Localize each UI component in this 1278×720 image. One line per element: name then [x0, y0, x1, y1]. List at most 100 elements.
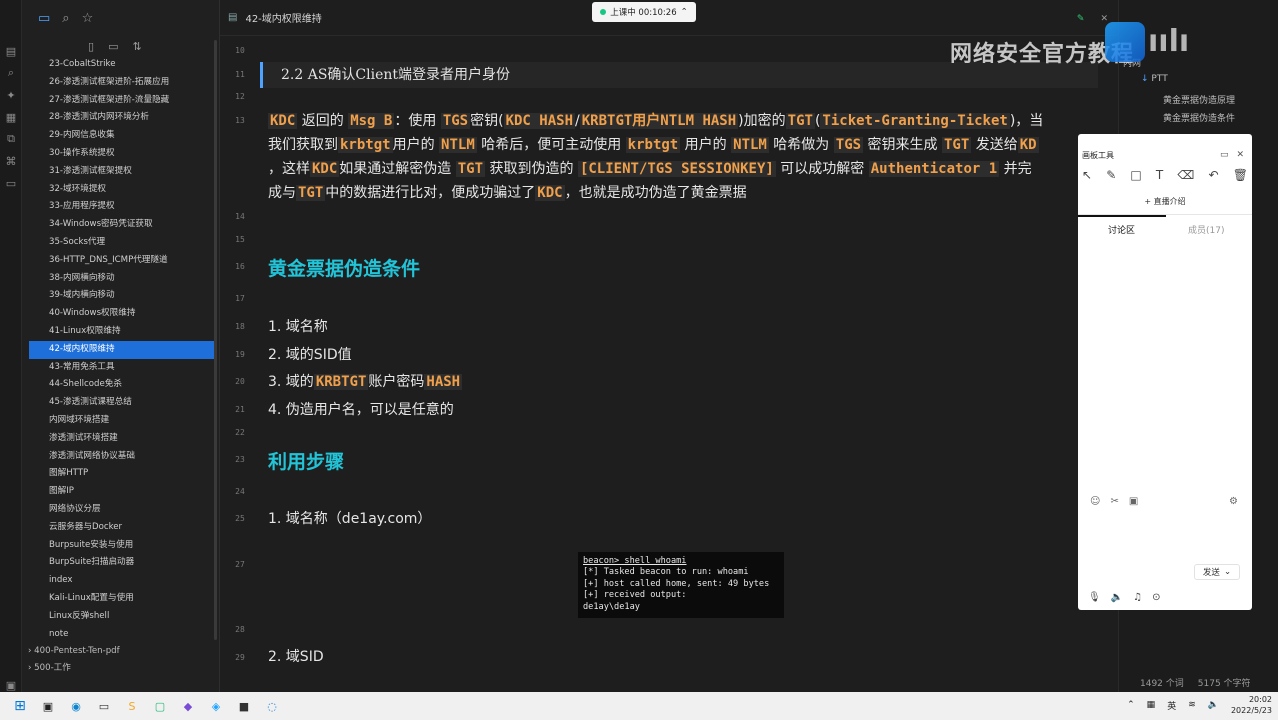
tree-item[interactable]: Linux反弹shell [22, 608, 219, 626]
terminal-app-icon[interactable]: ▭ [94, 696, 114, 716]
tree-item[interactable]: 渗透测试环境搭建 [22, 430, 219, 448]
tree-item[interactable]: 39-域内横向移动 [22, 287, 219, 305]
tree-item[interactable]: 44-Shellcode免杀 [22, 376, 219, 394]
windows-start-icon[interactable]: ⊞ [10, 696, 30, 716]
new-note-icon[interactable]: ▯ [88, 40, 94, 53]
tab-title[interactable]: 42-域内权限维持 [245, 10, 321, 25]
tree-item[interactable]: 41-Linux权限维持 [22, 323, 219, 341]
calendar-icon[interactable]: ▦ [0, 106, 22, 128]
tencent-class-icon[interactable]: ◈ [206, 696, 226, 716]
tree-item[interactable]: 33-应用程序提权 [22, 198, 219, 216]
close-icon[interactable]: ✕ [1236, 150, 1244, 160]
tree-item[interactable]: 38-内网横向移动 [22, 270, 219, 288]
search-app-icon[interactable]: ◌ [262, 696, 282, 716]
burp-icon[interactable]: ■ [234, 696, 254, 716]
vmware-icon[interactable]: ▢ [150, 696, 170, 716]
tree-item[interactable]: 28-渗透测试内网环境分析 [22, 109, 219, 127]
tree-item[interactable]: Burpsuite安装与使用 [22, 537, 219, 555]
tree-item[interactable]: 42-域内权限维持 [29, 340, 215, 359]
tree-item[interactable]: 图解IP [22, 483, 219, 501]
ime-indicator[interactable]: 英 [1167, 699, 1176, 712]
scissors-icon[interactable]: ✂ [1110, 496, 1118, 507]
tree-item[interactable]: 45-渗透测试课程总结 [22, 394, 219, 412]
tree-item[interactable]: BurpSuite扫描启动器 [22, 554, 219, 572]
tree-item[interactable]: 31-渗透测试框架提权 [22, 163, 219, 181]
live-intro-link[interactable]: + 直播介绍 [1078, 196, 1252, 207]
template-icon[interactable]: ⧉ [0, 128, 22, 150]
volume-icon[interactable]: 🔈 [1208, 700, 1219, 710]
obsidian-icon[interactable]: ◆ [178, 696, 198, 716]
tree-item[interactable]: 32-域环境提权 [22, 181, 219, 199]
tree-item[interactable]: 43-常用免杀工具 [22, 359, 219, 377]
tree-scrollbar[interactable] [214, 40, 217, 640]
line-number: 24 [235, 487, 245, 496]
tree-item[interactable]: 34-Windows密码凭证获取 [22, 216, 219, 234]
microphone-icon[interactable]: 🎙 [1088, 592, 1101, 603]
drawing-toolbar: ↖ ✎ □ T ⌫ ↶ 🗑 [1082, 168, 1248, 182]
undo-icon[interactable]: ↶ [1208, 168, 1218, 182]
new-folder-icon[interactable]: ▭ [108, 40, 118, 53]
settings-icon[interactable]: ⚙ [1229, 496, 1238, 507]
tree-folder[interactable]: › 500-工作 [22, 660, 219, 677]
trash-icon[interactable]: 🗑 [1233, 168, 1248, 182]
outline-item[interactable]: 黄金票据伪造条件 [1163, 111, 1235, 124]
tree-item[interactable]: 40-Windows权限维持 [22, 305, 219, 323]
clock[interactable]: 20:02 2022/5/23 [1231, 694, 1272, 716]
wifi-icon[interactable]: ≋ [1188, 700, 1196, 710]
edit-icon[interactable]: ✎ [1077, 14, 1085, 24]
tree-list: 23-CobaltStrike 26-渗透测试框架进阶-拓展应用 27-渗透测试框架… [22, 56, 219, 643]
rectangle-icon[interactable]: □ [1130, 168, 1141, 182]
text-icon[interactable]: T [1156, 168, 1163, 182]
close-icon[interactable]: ✕ [1100, 14, 1108, 24]
command-icon[interactable]: ⌘ [0, 150, 22, 172]
eraser-icon[interactable]: ⌫ [1177, 168, 1194, 182]
tree-item[interactable]: 36-HTTP_DNS_ICMP代理隧道 [22, 252, 219, 270]
tree-item[interactable]: 30-操作系统提权 [22, 145, 219, 163]
search-icon[interactable]: ⌕ [62, 11, 69, 26]
tree-item[interactable]: note [22, 626, 219, 644]
folder-icon[interactable]: ▭ [38, 11, 50, 26]
chevron-up-icon[interactable]: ⌃ [1127, 700, 1135, 710]
sort-icon[interactable]: ⇅ [132, 40, 141, 53]
minimize-icon[interactable]: ▭ [1220, 150, 1229, 160]
star-icon[interactable]: ☆ [82, 11, 94, 26]
tree-item[interactable]: 29-内网信息收集 [22, 127, 219, 145]
pointer-icon[interactable]: ↖ [1082, 168, 1092, 182]
files-icon[interactable]: ▤ [0, 40, 22, 62]
tab-members[interactable]: 成员(17) [1188, 223, 1224, 236]
tree-item[interactable]: 27-渗透测试框架进阶-流量隐藏 [22, 92, 219, 110]
task-view-icon[interactable]: ▣ [38, 696, 58, 716]
outline-item[interactable]: 黄金票据伪造原理 [1163, 93, 1235, 106]
search-icon[interactable]: ⌕ [0, 62, 22, 84]
sublime-icon[interactable]: S [122, 696, 142, 716]
terminal-icon[interactable]: ▭ [0, 172, 22, 194]
tab-discussion[interactable]: 讨论区 [1108, 223, 1135, 236]
paragraph-line: 成与 TGT 中的数据进行比对，便成功骗过了 KDC ，也就是成功伪造了黄金票据 [268, 182, 747, 202]
text: 哈希做为 [768, 137, 834, 153]
tree-item[interactable]: 渗透测试网络协议基础 [22, 448, 219, 466]
send-button[interactable]: 发送 ⌄ [1194, 564, 1240, 580]
graph-icon[interactable]: ✦ [0, 84, 22, 106]
recording-indicator[interactable]: 上课中 00:10:26 ⌃ [592, 2, 696, 22]
tree-item[interactable]: 23-CobaltStrike [22, 56, 219, 74]
tree-item[interactable]: 图解HTTP [22, 465, 219, 483]
browser-icon[interactable]: ◉ [66, 696, 86, 716]
network-icon[interactable]: ▦ [1147, 700, 1156, 710]
outline-item-ptt[interactable]: ↓ PTT [1141, 74, 1168, 84]
image-icon[interactable]: ▣ [1129, 496, 1138, 507]
tree-item[interactable]: 内网域环境搭建 [22, 412, 219, 430]
music-icon[interactable]: ♫ [1133, 592, 1142, 603]
location-icon[interactable]: ⊙ [1152, 592, 1160, 603]
tree-item[interactable]: 网络协议分层 [22, 501, 219, 519]
arrow-down-icon: ↓ [1141, 74, 1149, 84]
tree-folder[interactable]: › 400-Pentest-Ten-pdf [22, 643, 219, 660]
emoji-icon[interactable]: ☺ [1090, 496, 1100, 507]
line-number: 13 [235, 116, 245, 125]
speaker-icon[interactable]: 🔈 [1111, 592, 1123, 603]
tree-item[interactable]: 35-Socks代理 [22, 234, 219, 252]
tree-item[interactable]: index [22, 572, 219, 590]
pen-icon[interactable]: ✎ [1106, 168, 1116, 182]
tree-item[interactable]: Kali-Linux配置与使用 [22, 590, 219, 608]
tree-item[interactable]: 云服务器与Docker [22, 519, 219, 537]
tree-item[interactable]: 26-渗透测试框架进阶-拓展应用 [22, 74, 219, 92]
